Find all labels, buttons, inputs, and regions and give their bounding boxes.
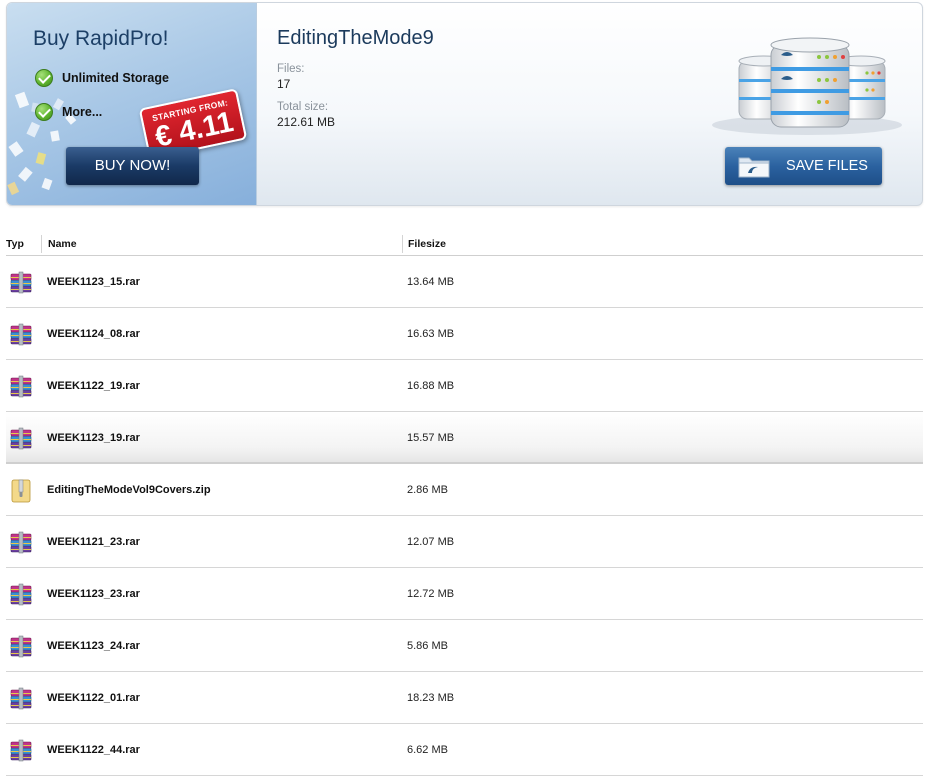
total-size-label: Total size: [277,101,329,113]
winrar-archive-icon [8,321,34,347]
table-header: Typ Name Filesize [6,230,923,256]
feature-unlimited-storage: Unlimited Storage [35,69,169,87]
green-checkmark-icon [35,69,53,87]
winrar-archive-icon [8,633,34,659]
file-name-link[interactable]: WEEK1123_23.rar [47,588,140,600]
file-size: 12.07 MB [407,536,455,548]
winrar-archive-icon [8,685,34,711]
save-files-label[interactable]: SAVE FILES [786,147,868,185]
file-size: 18.23 MB [407,692,455,704]
file-size: 13.64 MB [407,276,455,288]
file-size: 12.72 MB [407,588,455,600]
table-row[interactable]: WEEK1123_15.rar 13.64 MB [6,256,923,308]
file-name-link[interactable]: WEEK1123_19.rar [47,432,140,444]
file-name-link[interactable]: EditingTheModeVol9Covers.zip [47,484,211,496]
table-row[interactable]: WEEK1122_19.rar 16.88 MB [6,360,923,412]
table-body: WEEK1123_15.rar 13.64 MB WEEK1124_08.rar… [6,256,923,776]
table-row[interactable]: WEEK1121_23.rar 12.07 MB [6,516,923,568]
folder-icon [738,157,770,178]
table-row[interactable]: WEEK1123_24.rar 5.86 MB [6,620,923,672]
file-size: 5.86 MB [407,640,448,652]
folder-title: EditingTheMode9 [277,27,434,49]
column-header-name[interactable]: Name [48,238,77,250]
file-name-link[interactable]: WEEK1123_24.rar [47,640,140,652]
winrar-archive-icon [8,425,34,451]
winrar-archive-icon [8,529,34,555]
winrar-archive-icon [8,269,34,295]
green-checkmark-icon [35,103,53,121]
zip-folder-icon [8,477,34,503]
table-row[interactable]: WEEK1122_01.rar 18.23 MB [6,672,923,724]
winrar-archive-icon [8,373,34,399]
file-name-link[interactable]: WEEK1122_44.rar [47,744,140,756]
files-count: 17 [277,77,291,91]
feature-more-link[interactable]: More... [35,103,102,121]
column-divider [402,235,403,253]
download-header-panel: Buy RapidPro! Unlimited Storage More... … [6,2,923,206]
buy-now-button[interactable]: BUY NOW! [66,147,199,185]
promo-title: Buy RapidPro! [33,27,169,50]
save-files-button[interactable]: SAVE FILES [725,147,882,185]
file-size: 6.62 MB [407,744,448,756]
server-stack-icon [712,37,902,135]
folder-info: EditingTheMode9 Files: 17 Total size: 21… [277,27,434,129]
file-size: 16.88 MB [407,380,455,392]
table-row[interactable]: WEEK1123_23.rar 12.72 MB [6,568,923,620]
file-list-table: Typ Name Filesize WEEK1123_15.rar 13.64 … [6,230,923,776]
feature-label[interactable]: More... [62,105,102,119]
table-row[interactable]: WEEK1124_08.rar 16.63 MB [6,308,923,360]
file-name-link[interactable]: WEEK1124_08.rar [47,328,140,340]
file-size: 2.86 MB [407,484,448,496]
column-header-filesize[interactable]: Filesize [408,238,446,250]
file-name-link[interactable]: WEEK1121_23.rar [47,536,140,548]
file-name-link[interactable]: WEEK1122_19.rar [47,380,140,392]
file-name-link[interactable]: WEEK1123_15.rar [47,276,140,288]
rapidpro-promo-banner[interactable]: Buy RapidPro! Unlimited Storage More... … [7,3,257,205]
column-header-type[interactable]: Typ [6,238,24,250]
total-size-value: 212.61 MB [277,115,336,129]
file-name-link[interactable]: WEEK1122_01.rar [47,692,140,704]
table-row[interactable]: EditingTheModeVol9Covers.zip 2.86 MB [6,464,923,516]
winrar-archive-icon [8,581,34,607]
table-row[interactable]: WEEK1122_44.rar 6.62 MB [6,724,923,776]
table-row[interactable]: WEEK1123_19.rar 15.57 MB [6,412,923,464]
feature-label: Unlimited Storage [62,71,169,85]
winrar-archive-icon [8,737,34,763]
files-label: Files: [277,63,305,75]
file-size: 16.63 MB [407,328,455,340]
file-size: 15.57 MB [407,432,455,444]
column-divider [41,235,42,253]
